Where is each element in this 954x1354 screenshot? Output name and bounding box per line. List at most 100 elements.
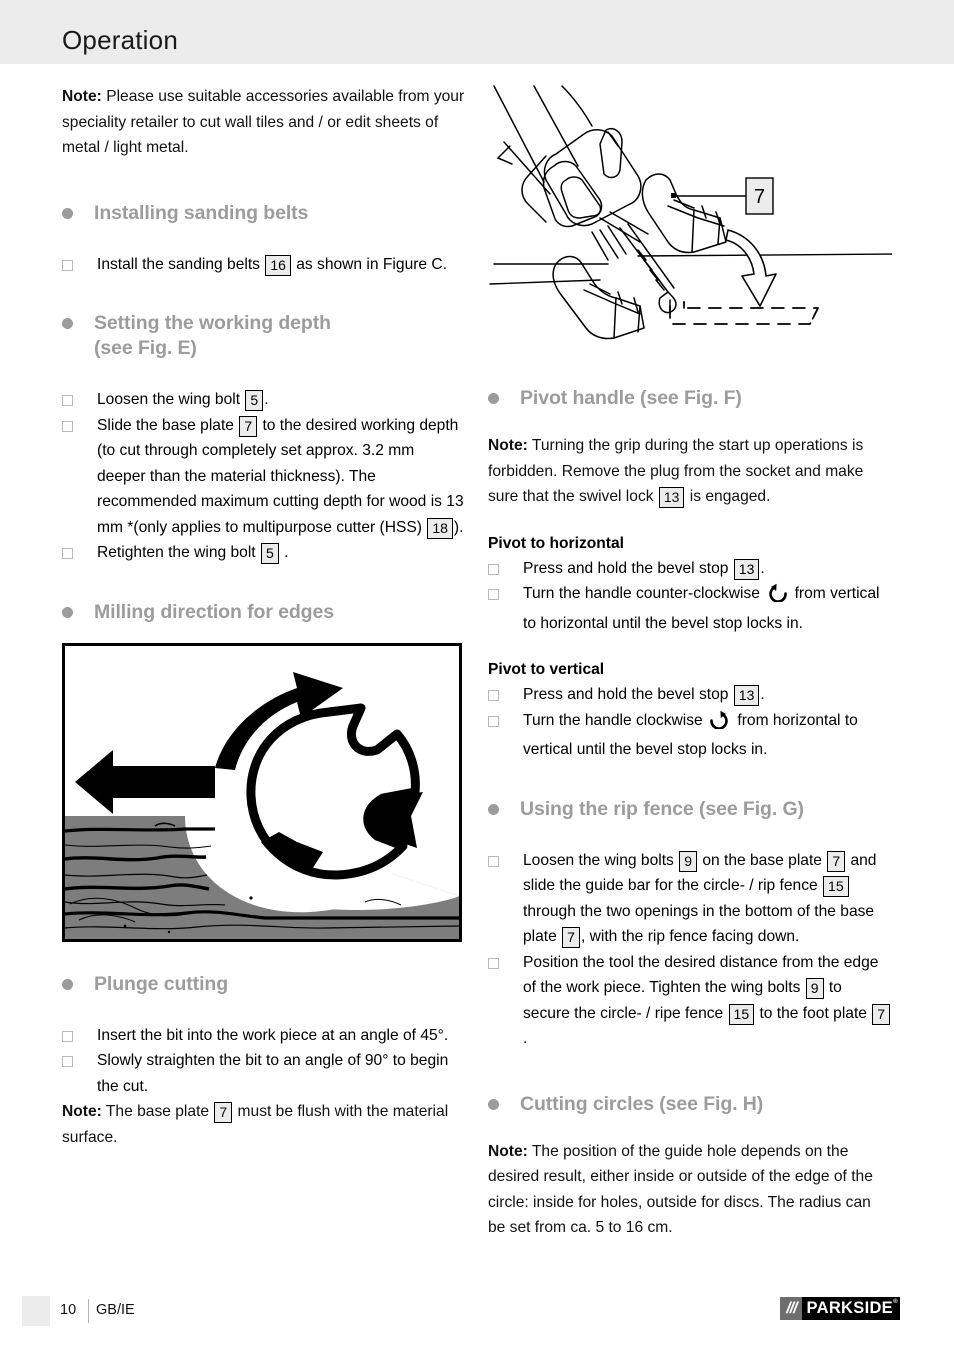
list-item: Insert the bit into the work piece at an… — [62, 1023, 466, 1049]
section-title: Using the rip fence (see Fig. G) — [520, 797, 804, 820]
list-item-text: Turn the handle counter-clockwise from v… — [523, 581, 892, 636]
text-p2: on the base plate — [697, 851, 827, 869]
list-item: Loosen the wing bolts 9 on the base plat… — [488, 848, 892, 950]
note-lead: Note: — [488, 437, 528, 454]
subhead-pivot-to-horizontal: Pivot to horizontal — [488, 534, 625, 552]
ref-chip-7: 7 — [827, 850, 846, 872]
ref-chip-5: 5 — [245, 390, 264, 411]
ref-chip-5: 5 — [260, 543, 279, 564]
note-pre: The base plate — [101, 1103, 214, 1120]
bullet-dot-icon — [488, 1098, 499, 1110]
rotate-clockwise-icon — [709, 710, 731, 738]
square-bullet-icon — [488, 957, 499, 969]
subhead-pivot-to-vertical: Pivot to vertical — [488, 661, 605, 678]
logo-slashes-icon: /// — [780, 1297, 802, 1320]
square-bullet-icon — [488, 690, 499, 701]
square-bullet-icon — [488, 715, 499, 727]
square-bullet-icon — [488, 589, 499, 600]
cutting-circles-note: Note: The position of the guide hole dep… — [488, 1139, 892, 1241]
list-item-text: Insert the bit into the work piece at an… — [97, 1026, 449, 1044]
footer-page-number: 10 — [60, 1302, 77, 1318]
list-item-text: Slide the base plate 7 to the desired wo… — [97, 413, 466, 541]
ref-chip-13: 13 — [658, 487, 685, 508]
square-bullet-icon — [62, 420, 73, 432]
section-pivot-handle: Pivot handle (see Fig. F) — [488, 386, 892, 411]
intro-note: Note: Please use suitable accessories av… — [62, 84, 466, 161]
text-p3: to the foot plate — [755, 1004, 872, 1022]
text-pre: Install the sanding belts — [97, 255, 265, 273]
bullet-dot-icon — [488, 803, 499, 815]
page-title: Operation — [62, 25, 178, 55]
square-bullet-icon — [62, 548, 73, 559]
text-pre: Press and hold the bevel stop — [523, 686, 733, 703]
section-title: Milling direction for edges — [94, 600, 334, 623]
section-installing-sanding-belts: Installing sanding belts — [62, 201, 466, 226]
list-item: Install the sanding belts 16 as shown in… — [62, 252, 466, 278]
list-item-text: Retighten the wing bolt 5 . — [97, 540, 466, 566]
section-title: Setting the working depth (see Fig. E) — [94, 311, 331, 361]
ref-chip-15: 15 — [728, 1003, 755, 1025]
ref-chip-7: 7 — [214, 1102, 233, 1123]
list-item: Turn the handle counter-clockwise from v… — [488, 581, 892, 636]
ref-chip-15: 15 — [823, 876, 849, 897]
rotate-counter-clockwise-icon — [766, 583, 788, 611]
plunge-cutting-list: Insert the bit into the work piece at an… — [62, 1023, 466, 1100]
right-column: 7 Pivot handle (see Fig. F) Note: Turnin… — [488, 84, 892, 1241]
note-post: is engaged. — [685, 488, 771, 505]
section-title: Pivot handle (see Fig. F) — [520, 387, 742, 409]
list-item-text: Press and hold the bevel stop 13. — [523, 556, 892, 582]
bullet-dot-icon — [62, 207, 73, 219]
bullet-dot-icon — [488, 393, 499, 404]
text-pre: Turn the handle counter-clockwise — [523, 585, 765, 602]
list-item: Press and hold the bevel stop 13. — [488, 556, 892, 582]
rotary-tool-illustration: 7 — [489, 85, 892, 340]
pivot-handle-figure: 7 — [488, 84, 892, 372]
plunge-cutting-note: Note: The base plate 7 must be flush wit… — [62, 1099, 466, 1150]
text-pre: Slide the base plate — [97, 416, 239, 434]
square-bullet-icon — [488, 563, 499, 575]
text-mid: to the desired working depth (to cut thr… — [97, 416, 464, 536]
square-bullet-icon — [62, 259, 73, 271]
section-setting-working-depth: Setting the working depth (see Fig. E) — [62, 311, 466, 361]
bullet-dot-icon — [62, 318, 73, 329]
section-cutting-circles: Cutting circles (see Fig. H) — [488, 1092, 892, 1117]
bullet-dot-icon — [62, 606, 73, 618]
footer-divider — [88, 1299, 89, 1323]
ref-chip-16: 16 — [265, 254, 291, 276]
callout-label: 7 — [754, 186, 765, 208]
parkside-logo: /// PARKSIDE ® — [780, 1297, 900, 1320]
note-lead: Note: — [62, 1103, 102, 1120]
list-item-text: Position the tool the desired distance f… — [523, 950, 892, 1052]
milling-direction-illustration — [65, 671, 459, 939]
text-post: . — [279, 544, 289, 561]
text-pre: Turn the handle clockwise — [523, 711, 708, 729]
list-item: Position the tool the desired distance f… — [488, 950, 892, 1052]
milling-direction-figure — [62, 642, 462, 942]
pivot-horizontal-list: Press and hold the bevel stop 13. Turn t… — [488, 556, 892, 637]
working-depth-list: Loosen the wing bolt 5. Slide the base p… — [62, 387, 466, 566]
rip-fence-list: Loosen the wing bolts 9 on the base plat… — [488, 848, 892, 1052]
list-item: Retighten the wing bolt 5 . — [62, 540, 466, 566]
section-title-line1: Setting the working depth — [94, 312, 331, 334]
ref-chip-7: 7 — [239, 415, 258, 437]
note-body: The position of the guide hole depends o… — [488, 1142, 873, 1237]
intro-note-body: Please use suitable accessories availabl… — [62, 88, 465, 156]
list-item-text: Install the sanding belts 16 as shown in… — [97, 252, 466, 278]
callout-anchor-dot — [671, 193, 676, 198]
list-item-text: Turn the handle clockwise from horizonta… — [523, 708, 892, 763]
page-footer: 10 GB/IE /// PARKSIDE ® — [0, 1296, 954, 1330]
list-item-text: Press and hold the bevel stop 13. — [523, 682, 892, 708]
intro-note-lead: Note: — [62, 88, 102, 105]
list-item: Slowly straighten the bit to an angle of… — [62, 1048, 466, 1099]
logo-wordmark: PARKSIDE ® — [801, 1297, 900, 1320]
footer-language-code: GB/IE — [96, 1302, 135, 1318]
section-title: Cutting circles (see Fig. H) — [520, 1092, 764, 1115]
ref-chip-13: 13 — [733, 685, 760, 706]
text-p5: , with the rip fence facing down. — [580, 928, 800, 945]
pivot-handle-note: Note: Turning the grip during the start … — [488, 433, 892, 510]
list-item: Turn the handle clockwise from horizonta… — [488, 708, 892, 763]
section-title-line2: (see Fig. E) — [94, 337, 197, 359]
text-pre: Retighten the wing bolt — [97, 544, 260, 561]
ref-chip-7: 7 — [562, 927, 580, 948]
text-pre: Press and hold the bevel stop — [523, 559, 733, 577]
